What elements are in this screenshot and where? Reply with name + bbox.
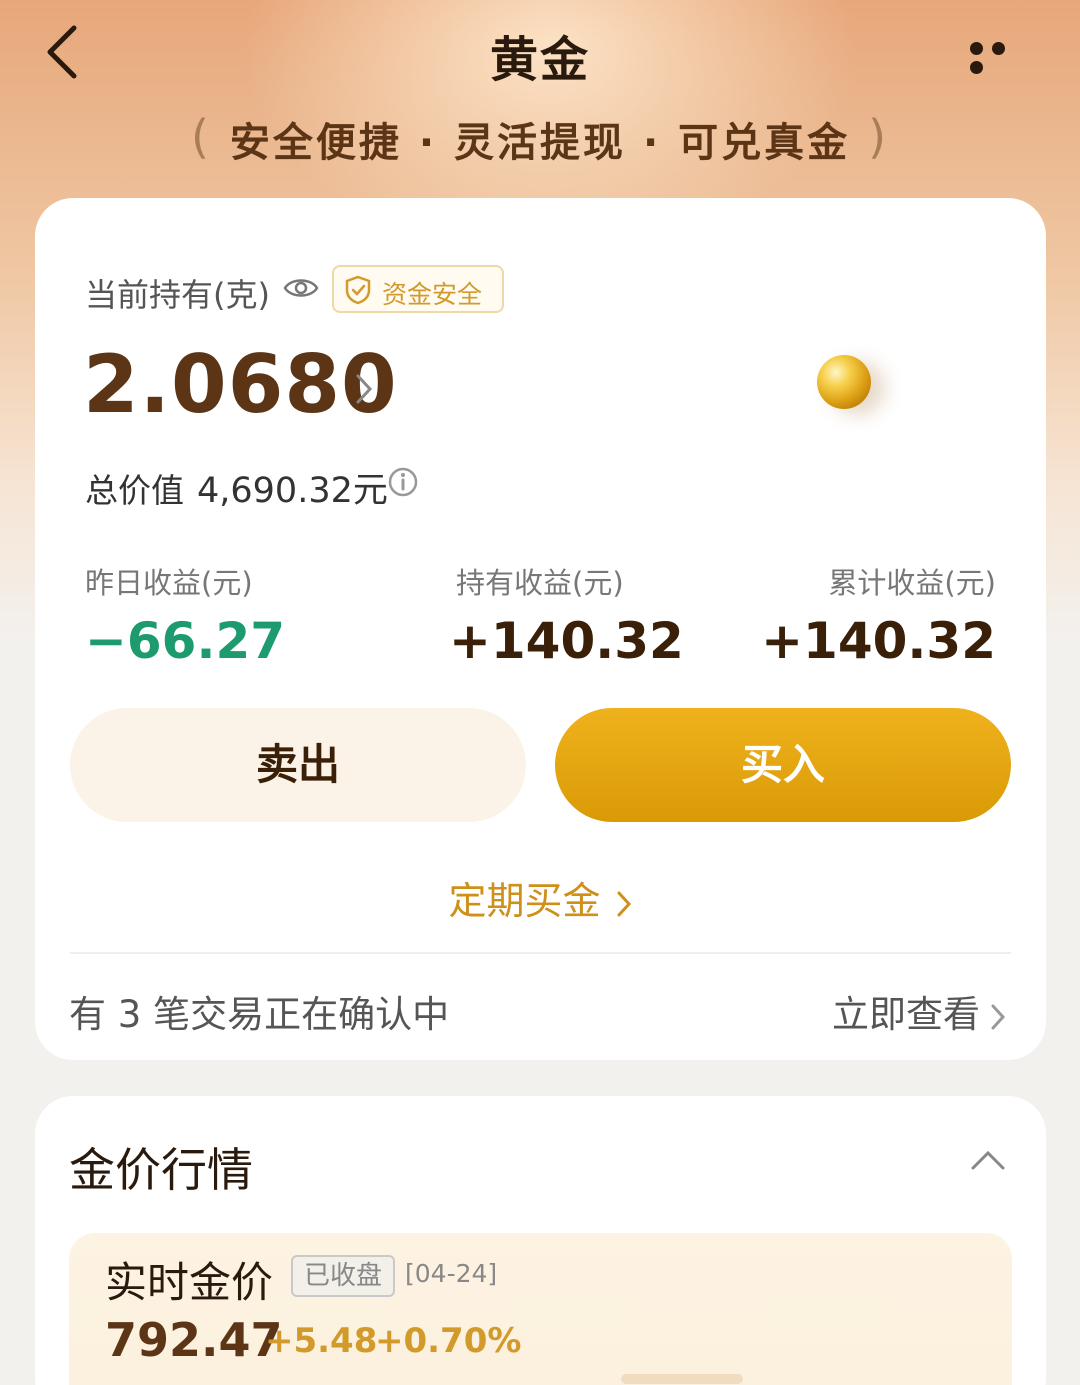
buy-button[interactable]: 买入 <box>555 708 1011 822</box>
panel-tab-indicator <box>621 1374 743 1384</box>
price-change-percent: +0.70% <box>375 1321 522 1361</box>
eye-icon[interactable] <box>283 274 319 302</box>
stat-label: 昨日收益(元) <box>85 566 253 600</box>
chevron-up-icon[interactable] <box>970 1148 1006 1172</box>
chevron-right-icon <box>617 891 631 916</box>
gold-price: 792.47 <box>105 1313 283 1367</box>
view-now-label: 立即查看 <box>832 993 980 1036</box>
stat-value: +140.32 <box>449 612 684 670</box>
slogan-item: 可兑真金 <box>678 120 851 166</box>
slogan-separator: · <box>418 120 438 166</box>
stat-label: 累计收益(元) <box>828 566 996 600</box>
pending-transactions-text: 有 3 笔交易正在确认中 <box>69 993 450 1036</box>
view-now-link[interactable]: 立即查看 <box>832 984 1006 1038</box>
stat-value: +140.32 <box>761 612 996 670</box>
holding-grams[interactable]: 2.0680 <box>83 338 398 431</box>
laurel-right-icon: ) <box>868 110 890 164</box>
market-status-badge: 已收盘 <box>291 1255 395 1297</box>
gold-ball-image <box>817 355 871 409</box>
total-value: 4,690.32元 <box>197 471 388 511</box>
slogan-separator: · <box>642 120 662 166</box>
realtime-price-panel[interactable]: 实时金价 已收盘 [04-24] 792.47 +5.48 +0.70% <box>69 1233 1012 1385</box>
info-icon[interactable] <box>387 466 419 498</box>
price-change: +5.48 <box>265 1321 378 1361</box>
chevron-right-icon <box>991 1004 1006 1029</box>
stat-value: −66.27 <box>85 612 286 670</box>
periodic-buy-link[interactable]: 定期买金 <box>35 870 1046 925</box>
page-title: 黄金 <box>489 32 590 88</box>
badge-label: 资金安全 <box>382 280 483 309</box>
realtime-price-title: 实时金价 <box>105 1258 274 1307</box>
total-value-label: 总价值 <box>85 471 184 510</box>
sell-button[interactable]: 卖出 <box>70 708 526 822</box>
periodic-buy-label: 定期买金 <box>448 879 601 923</box>
market-card: 金价行情 实时金价 已收盘 [04-24] 792.47 +5.48 +0.70… <box>35 1096 1046 1385</box>
top-nav: 黄金 <box>0 0 1080 100</box>
holding-card: 当前持有(克) 资金安全 2.0680 总价值 4,690.32元 昨日收益(元… <box>35 198 1046 1060</box>
chevron-right-icon[interactable] <box>353 370 375 408</box>
laurel-left-icon: ( <box>190 110 212 164</box>
slogan-item: 安全便捷 <box>229 120 402 166</box>
stat-label: 持有收益(元) <box>456 566 624 600</box>
stat-cumulative: 累计收益(元) +140.32 <box>761 560 996 670</box>
shield-check-icon <box>345 275 371 305</box>
price-date: [04-24] <box>405 1259 498 1288</box>
slogan: ( 安全便捷 · 灵活提现 · 可兑真金) <box>0 110 1080 168</box>
market-title: 金价行情 <box>69 1143 253 1197</box>
stat-holding: 持有收益(元) +140.32 <box>449 560 684 670</box>
holding-label: 当前持有(克) <box>85 276 270 314</box>
more-dots-icon[interactable] <box>970 40 1034 74</box>
fund-safety-badge[interactable]: 资金安全 <box>332 265 504 313</box>
divider <box>70 952 1011 954</box>
stat-yesterday: 昨日收益(元) −66.27 <box>85 560 285 670</box>
slogan-item: 灵活提现 <box>454 120 626 166</box>
